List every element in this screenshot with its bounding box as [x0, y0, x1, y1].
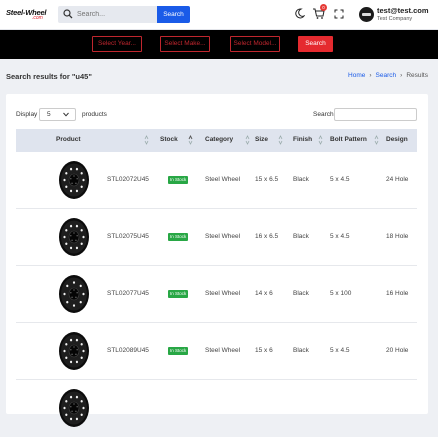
bolt-pattern-cell: 5 x 4.5 — [330, 176, 350, 183]
bolt-pattern-cell: 5 x 4.5 — [330, 233, 350, 240]
category-cell: Steel Wheel — [205, 176, 241, 183]
breadcrumb: Home › Search › Results — [348, 72, 428, 79]
table-row[interactable]: STL02089U45 In Stock Steel Wheel 15 x 6 … — [16, 323, 417, 380]
chevron-down-icon — [63, 112, 69, 117]
table-row[interactable]: STL02072U45 In Stock Steel Wheel 15 x 6.… — [16, 152, 417, 209]
size-cell: 15 x 6.5 — [255, 176, 279, 183]
stock-badge: In Stock — [168, 233, 189, 241]
page-size-value: 5 — [47, 111, 51, 118]
moon-icon[interactable] — [294, 8, 305, 19]
sort-icon[interactable] — [374, 135, 379, 145]
wheel-image — [59, 389, 89, 427]
top-navbar: Steel-Wheel .com Search 0 test@test.com … — [0, 0, 438, 30]
page-size-select[interactable]: 5 — [39, 108, 76, 121]
breadcrumb-home[interactable]: Home — [348, 72, 365, 79]
col-stock[interactable]: Stock — [160, 136, 178, 143]
size-cell: 14 x 6 — [255, 290, 273, 297]
category-cell: Steel Wheel — [205, 233, 241, 240]
table-search-label: Search: — [313, 111, 336, 118]
stock-badge: In Stock — [168, 290, 189, 298]
size-cell: 16 x 6.5 — [255, 233, 279, 240]
table-row[interactable]: STL02077U45 In Stock Steel Wheel 14 x 6 … — [16, 266, 417, 323]
user-email[interactable]: test@test.com — [377, 6, 429, 15]
product-sku[interactable]: STL02075U45 — [107, 233, 149, 240]
col-category[interactable]: Category — [205, 136, 233, 143]
bolt-pattern-cell: 5 x 4.5 — [330, 347, 350, 354]
wheel-image — [59, 332, 89, 370]
col-bolt-pattern[interactable]: Bolt Pattern — [330, 136, 367, 143]
col-product[interactable]: Product — [56, 136, 81, 143]
breadcrumb-search[interactable]: Search — [376, 72, 397, 79]
col-size[interactable]: Size — [255, 136, 268, 143]
breadcrumb-separator: › — [400, 72, 403, 79]
user-avatar[interactable] — [359, 7, 374, 22]
breadcrumb-separator: › — [369, 72, 372, 79]
product-sku[interactable]: STL02089U45 — [107, 347, 149, 354]
select-year[interactable]: Select Year... — [92, 36, 142, 52]
wheel-image — [59, 161, 89, 199]
table-search-input[interactable] — [334, 108, 417, 121]
design-cell: 24 Hole — [386, 176, 409, 183]
sort-icon[interactable] — [278, 135, 283, 145]
user-company: Test Company — [377, 16, 413, 22]
search-icon — [63, 9, 73, 19]
design-cell: 16 Hole — [386, 290, 409, 297]
table-row-partial[interactable] — [16, 380, 417, 437]
product-sku[interactable]: STL02077U45 — [107, 290, 149, 297]
select-make[interactable]: Select Make... — [160, 36, 210, 52]
design-cell: 18 Hole — [386, 233, 409, 240]
vehicle-selector-bar: Select Year... Select Make... Select Mod… — [0, 30, 438, 59]
search-button[interactable]: Search — [157, 6, 190, 23]
category-cell: Steel Wheel — [205, 347, 241, 354]
wheel-image — [59, 218, 89, 256]
search-input[interactable] — [77, 8, 153, 21]
col-finish[interactable]: Finish — [293, 136, 312, 143]
sort-icon[interactable] — [144, 135, 149, 145]
table-header: Product Stock Category Size Finish Bolt … — [16, 129, 417, 152]
sort-icon[interactable] — [188, 135, 193, 145]
products-label: products — [82, 111, 107, 118]
finish-cell: Black — [293, 233, 309, 240]
results-card: Display 5 products Search: Product Stock… — [6, 94, 428, 427]
site-logo[interactable]: Steel-Wheel .com — [6, 8, 52, 22]
sort-icon[interactable] — [245, 135, 250, 145]
breadcrumb-current: Results — [406, 72, 428, 79]
design-cell: 20 Hole — [386, 347, 409, 354]
stock-badge: In Stock — [168, 347, 189, 355]
display-label: Display — [16, 111, 38, 118]
size-cell: 15 x 6 — [255, 347, 273, 354]
wheel-image — [59, 275, 89, 313]
category-cell: Steel Wheel — [205, 290, 241, 297]
cart-count-badge: 0 — [320, 4, 327, 11]
select-model[interactable]: Select Model... — [230, 36, 280, 52]
vehicle-search-button[interactable]: Search — [298, 36, 333, 52]
bolt-pattern-cell: 5 x 100 — [330, 290, 352, 297]
table-row[interactable]: STL02075U45 In Stock Steel Wheel 16 x 6.… — [16, 209, 417, 266]
page-title: Search results for "u45" — [6, 72, 92, 81]
finish-cell: Black — [293, 290, 309, 297]
sort-icon[interactable] — [318, 135, 323, 145]
col-design[interactable]: Design — [386, 136, 408, 143]
logo-sub: .com — [32, 15, 43, 21]
product-sku[interactable]: STL02072U45 — [107, 176, 149, 183]
stock-badge: In Stock — [168, 176, 189, 184]
finish-cell: Black — [293, 347, 309, 354]
fullscreen-icon[interactable] — [334, 9, 344, 19]
finish-cell: Black — [293, 176, 309, 183]
